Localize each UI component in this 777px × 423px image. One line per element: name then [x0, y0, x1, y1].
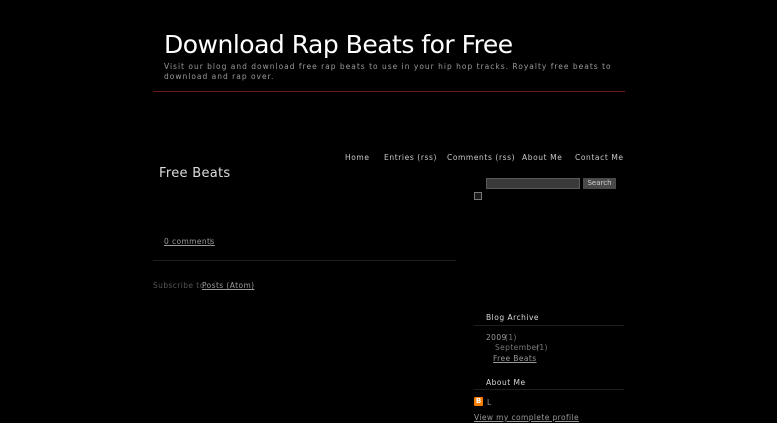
broken-image-icon: [474, 192, 482, 200]
search-input[interactable]: [486, 178, 580, 189]
post-divider: [153, 260, 456, 261]
page: Download Rap Beats for Free Visit our bl…: [0, 0, 777, 423]
nav-entries-rss-link[interactable]: Entries (rss): [384, 153, 437, 162]
subscribe-label: Subscribe to:: [153, 281, 208, 290]
post-comments-link[interactable]: 0 comments: [164, 237, 215, 246]
nav-comments-rss-link[interactable]: Comments (rss): [447, 153, 515, 162]
about-me-title: About Me: [486, 378, 526, 387]
nav-about-link[interactable]: About Me: [522, 153, 562, 162]
site-title[interactable]: Download Rap Beats for Free: [164, 30, 513, 59]
blog-archive-divider: [474, 325, 624, 326]
archive-year-link[interactable]: 2009: [486, 333, 507, 342]
site-description: Visit our blog and download free rap bea…: [164, 62, 612, 81]
about-me-divider: [474, 389, 624, 390]
profile-name[interactable]: L: [487, 398, 491, 407]
subscribe-posts-atom-link[interactable]: Posts (Atom): [202, 281, 254, 290]
blog-archive-title: Blog Archive: [486, 313, 540, 322]
archive-post-link[interactable]: Free Beats: [493, 354, 537, 363]
search-button[interactable]: Search: [583, 178, 616, 189]
archive-month-count: (1): [536, 343, 548, 352]
nav-contact-link[interactable]: Contact Me: [575, 153, 624, 162]
view-profile-link[interactable]: View my complete profile: [474, 413, 579, 422]
post-title[interactable]: Free Beats: [159, 166, 230, 181]
header-divider: [153, 91, 625, 92]
post-footer-separator: |: [209, 237, 212, 246]
nav-home-link[interactable]: Home: [345, 153, 370, 162]
archive-month-link[interactable]: September: [495, 343, 540, 352]
blogger-icon: B: [474, 397, 483, 406]
archive-year-count: (1): [505, 333, 517, 342]
